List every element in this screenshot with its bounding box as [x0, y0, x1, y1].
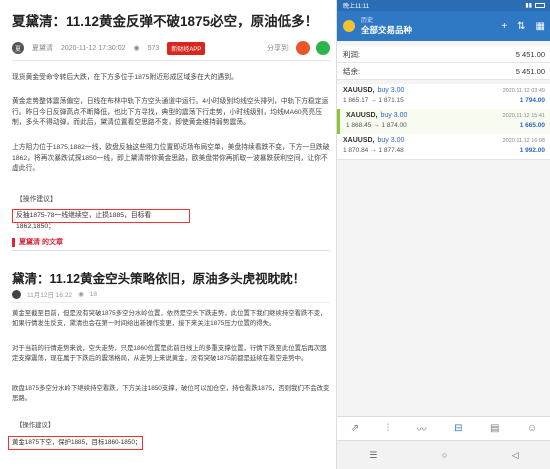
- trade-symbol: XAUUSD,: [343, 137, 375, 144]
- article-title[interactable]: 黛清：11.12黄金空头策略依旧，原油多头虎视眈眈！: [12, 268, 305, 287]
- tab-news-icon[interactable]: ▤: [490, 423, 499, 434]
- app-logo-icon[interactable]: [343, 20, 355, 32]
- advice-label: 【操作建议】: [16, 196, 57, 203]
- eye-icon: ◉: [78, 291, 84, 298]
- article-paragraph: 上方阻力位于1875,1882一线，欧盘反抽这些阻力位置即近场布局空单，美盘持续…: [12, 144, 330, 172]
- divider: [12, 60, 330, 61]
- advice-label: 【操作建议】: [16, 422, 55, 429]
- advice-highlight: 黄金1875下空，保护1885，目标1860-1850；: [8, 436, 143, 450]
- advice-highlight: 反抽1875-78一线继续空，止损1885，目标看1862,1850；: [12, 209, 190, 230]
- article-paragraph: 黄金至截至目前，但是没有突破1875多空分水岭位置，依然是空头下跌走势，此位置下…: [12, 310, 327, 327]
- toolbar-title: 历史 全部交易品种: [361, 17, 412, 35]
- tab-quotes-icon[interactable]: ⇗: [351, 423, 359, 434]
- trade-profit: 1 992.00: [519, 147, 545, 154]
- balance-row: 结余: 5 451.00: [337, 63, 550, 80]
- trade-time: 2020.11.12 16:08: [502, 138, 545, 144]
- article-meta: 11月12日 16:22 ◉ 18: [12, 289, 97, 299]
- trade-row[interactable]: XAUUSD, buy 3.00 2020.11.12 15:41 1 868.45…: [337, 109, 550, 135]
- trade-symbol: XAUUSD,: [346, 112, 378, 119]
- divider: [12, 250, 330, 251]
- tab-history-icon[interactable]: ⊟: [454, 423, 462, 434]
- status-bar: 晚上11:11 ▮▮: [337, 0, 550, 11]
- system-nav-bar: ☰ ○ ◁: [337, 440, 550, 469]
- view-count: 573: [147, 44, 160, 52]
- back-icon[interactable]: ◁: [512, 450, 519, 461]
- trade-symbol: XAUUSD,: [343, 87, 375, 94]
- article-datetime: 2020-11-12 17:30:02: [61, 44, 126, 52]
- signal-icon: ▮▮: [525, 3, 532, 9]
- trade-prices: 1 865.17 → 1 871.15: [343, 97, 404, 104]
- profit-label: 利润:: [343, 49, 361, 59]
- article-meta: 夏 夏黛清 2020-11-12 17:30:02 ◉ 573 新财经APP 分…: [12, 40, 330, 56]
- tab-chart-icon[interactable]: ⫶: [387, 423, 390, 434]
- status-time: 晚上11:11: [343, 4, 370, 10]
- profit-value: 5 451.00: [515, 49, 545, 59]
- wechat-icon[interactable]: [316, 41, 330, 55]
- author-name[interactable]: 夏黛清: [32, 43, 53, 53]
- article-paragraph: 黄金走势整体震荡偏空，日线在布林中轨下方空头通道中运行。4小时级别均线空头排列，…: [12, 98, 329, 126]
- article-date: 11月12日 16:22: [27, 292, 73, 299]
- author-avatar: 夏: [12, 42, 24, 54]
- status-icons: ▮▮: [525, 2, 545, 9]
- weibo-icon[interactable]: [296, 41, 310, 55]
- calendar-icon[interactable]: ▦: [536, 21, 545, 32]
- trade-side: buy 3.00: [377, 87, 405, 94]
- more-articles-heading[interactable]: 夏黛清 的文章: [12, 237, 63, 247]
- trade-row[interactable]: XAUUSD, buy 3.00 2020.11.12 03:49 1 865.17…: [337, 84, 550, 110]
- trading-app: 晚上11:11 ▮▮ 历史 全部交易品种 + ⇅ ▦ 利润: 5 451.00 …: [336, 0, 550, 469]
- accent-bar: [12, 237, 15, 247]
- eye-icon: ◉: [133, 45, 140, 52]
- article-panel: 夏黛清：11.12黄金反弹不破1875必空，原油低多！ 夏 夏黛清 2020-1…: [0, 0, 336, 469]
- toolbar-actions: + ⇅ ▦: [501, 21, 545, 32]
- trade-time: 2020.11.12 15:41: [502, 113, 545, 119]
- trade-row[interactable]: XAUUSD, buy 3.00 2020.11.12 16:08 1 870.84…: [337, 134, 550, 160]
- sort-icon[interactable]: ⇅: [517, 21, 525, 32]
- author-avatar: [12, 289, 21, 299]
- toolbar-main-title[interactable]: 全部交易品种: [361, 26, 412, 35]
- menu-icon[interactable]: ☰: [369, 450, 377, 461]
- tab-trade-icon[interactable]: 〰: [417, 421, 427, 436]
- bottom-tab-bar: ⇗ ⫶ 〰 ⊟ ▤ ☺: [337, 416, 550, 440]
- more-articles-label: 夏黛清 的文章: [19, 239, 63, 246]
- add-icon[interactable]: +: [501, 21, 507, 32]
- app-toolbar: 历史 全部交易品种 + ⇅ ▦: [337, 11, 550, 41]
- profit-row: 利润: 5 451.00: [337, 46, 550, 63]
- share-group: 分享到:: [267, 41, 330, 55]
- view-count: 18: [89, 290, 97, 298]
- trade-side: buy 3.00: [380, 112, 408, 119]
- home-icon[interactable]: ○: [442, 450, 447, 460]
- trade-prices: 1 870.84 → 1 877.48: [343, 147, 404, 154]
- share-label: 分享到:: [267, 45, 290, 52]
- article-paragraph: 现货黄金受命令转后大跌，在下方多位于1875附近形成区域多在大的遇到。: [12, 74, 238, 81]
- app-badge[interactable]: 新财经APP: [167, 41, 206, 55]
- trade-side: buy 3.00: [377, 137, 405, 144]
- article-paragraph: 对于当前的行情走势来说，空头走势，只是1860位置是此前日线上的多重支撑位置，行…: [12, 345, 327, 362]
- trade-profit: 1 794.00: [519, 97, 545, 104]
- article-title: 夏黛清：11.12黄金反弹不破1875必空，原油低多！: [12, 14, 319, 29]
- trade-time: 2020.11.12 03:49: [502, 88, 545, 94]
- battery-icon: [535, 3, 545, 8]
- balance-label: 结余:: [343, 66, 361, 76]
- trade-profit: 1 665.00: [519, 122, 545, 129]
- tab-chat-icon[interactable]: ☺: [527, 423, 537, 434]
- balance-value: 5 451.00: [515, 66, 545, 76]
- trade-prices: 1 868.45 → 1 874.00: [346, 122, 407, 129]
- article-paragraph: 欧盘1875多空分水岭下继续持空看跌，下方关注1850支撑，破位可以加仓空，持仓…: [12, 385, 330, 402]
- divider: [12, 302, 330, 303]
- toolbar-subtitle: 历史: [361, 18, 374, 24]
